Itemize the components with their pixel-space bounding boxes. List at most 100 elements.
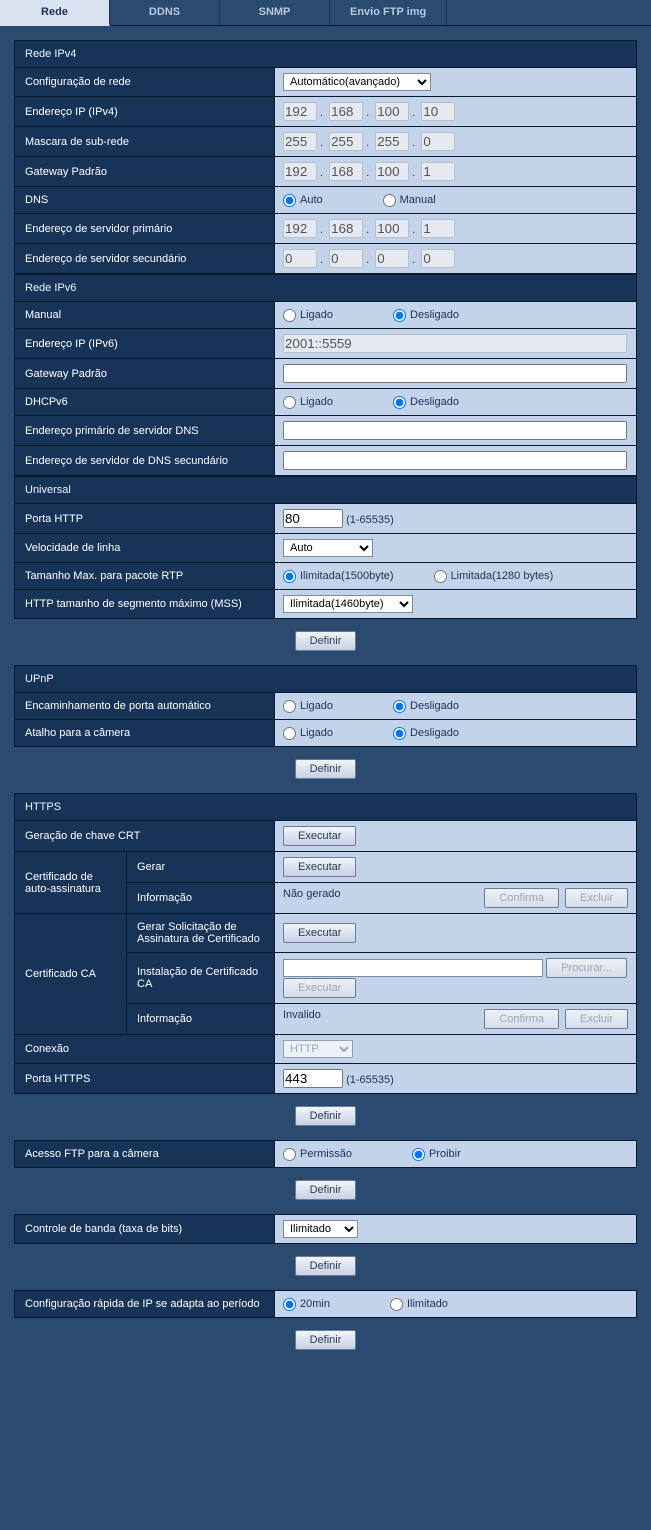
- ca-csr-label: Gerar Solicitação de Assinatura de Certi…: [127, 914, 275, 953]
- upnp-fwd-on-radio[interactable]: [283, 700, 296, 713]
- set-button-bw[interactable]: Definir: [295, 1256, 357, 1276]
- set-button-upnp[interactable]: Definir: [295, 759, 357, 779]
- tab-ddns[interactable]: DDNS: [110, 0, 220, 25]
- dns1-o2[interactable]: [329, 219, 363, 238]
- fastip-20min-radio[interactable]: [283, 1298, 296, 1311]
- conn-label: Conexão: [15, 1035, 275, 1064]
- dns2-label: Endereço de servidor secundário: [15, 244, 275, 274]
- dns2-o3[interactable]: [375, 249, 409, 268]
- crt-exec-button[interactable]: Executar: [283, 826, 356, 846]
- ipv6-ip-input[interactable]: [283, 334, 627, 353]
- mask-o2[interactable]: [329, 132, 363, 151]
- ca-csr-exec-button[interactable]: Executar: [283, 923, 356, 943]
- ipv6-manual-off-radio[interactable]: [393, 309, 406, 322]
- dns2-o2[interactable]: [329, 249, 363, 268]
- dns1-o3[interactable]: [375, 219, 409, 238]
- gw-o1[interactable]: [283, 162, 317, 181]
- upnp-shortcut-off-radio[interactable]: [393, 727, 406, 740]
- linespeed-select[interactable]: Auto: [283, 539, 373, 557]
- rtp-unlimited-radio[interactable]: [283, 570, 296, 583]
- ca-label: Certificado CA: [15, 914, 127, 1035]
- ipv6-ip-label: Endereço IP (IPv6): [15, 329, 275, 359]
- netconf-select[interactable]: Automático(avançado): [283, 73, 431, 91]
- ca-delete-button[interactable]: Excluir: [565, 1009, 628, 1029]
- selfcert-confirm-button[interactable]: Confirma: [484, 888, 559, 908]
- ftp-deny-radio[interactable]: [412, 1148, 425, 1161]
- selfcert-info-label: Informação: [127, 883, 275, 914]
- ca-info-value: Invalido: [283, 1009, 321, 1021]
- mask-o1[interactable]: [283, 132, 317, 151]
- selfcert-exec-button[interactable]: Executar: [283, 857, 356, 877]
- dhcpv6-off-radio[interactable]: [393, 396, 406, 409]
- https-section: HTTPS Geração de chave CRT Executar Cert…: [14, 793, 637, 1094]
- ftp-label: Acesso FTP para a câmera: [15, 1141, 275, 1168]
- ipv6-gw-input[interactable]: [283, 364, 627, 383]
- dhcpv6-on-label: Ligado: [300, 396, 333, 408]
- set-button-ftp[interactable]: Definir: [295, 1180, 357, 1200]
- https-port-input[interactable]: [283, 1069, 343, 1088]
- ipv4-ip-o2[interactable]: [329, 102, 363, 121]
- selfcert-delete-button[interactable]: Excluir: [565, 888, 628, 908]
- mask-o3[interactable]: [375, 132, 409, 151]
- upnp-section: UPnP Encaminhamento de porta automático …: [14, 665, 637, 747]
- dns-auto-radio[interactable]: [283, 194, 296, 207]
- ipv6-dns2-input[interactable]: [283, 451, 627, 470]
- set-button-fastip[interactable]: Definir: [295, 1330, 357, 1350]
- ipv6-manual-on-label: Ligado: [300, 309, 333, 321]
- mask-o4[interactable]: [421, 132, 455, 151]
- dns-manual-radio[interactable]: [383, 194, 396, 207]
- ipv4-ip-o1[interactable]: [283, 102, 317, 121]
- ftp-allow-radio[interactable]: [283, 1148, 296, 1161]
- tab-bar: Rede DDNS SNMP Envio FTP img: [0, 0, 651, 26]
- ca-browse-button[interactable]: Procurar...: [546, 958, 627, 978]
- tab-ftpimg[interactable]: Envio FTP img: [330, 0, 447, 25]
- mss-select[interactable]: Ilimitada(1460byte): [283, 595, 413, 613]
- fastip-label: Configuração rápida de IP se adapta ao p…: [15, 1291, 275, 1318]
- selfcert-info-value: Não gerado: [283, 888, 341, 900]
- ipv4-ip-o3[interactable]: [375, 102, 409, 121]
- tab-snmp[interactable]: SNMP: [220, 0, 330, 25]
- dhcpv6-off-label: Desligado: [410, 396, 459, 408]
- mss-label: HTTP tamanho de segmento máximo (MSS): [15, 590, 275, 619]
- page-content: Rede IPv4 Configuração de rede Automátic…: [0, 26, 651, 1384]
- upnp-shortcut-label: Atalho para a câmera: [15, 720, 275, 747]
- dns1-o1[interactable]: [283, 219, 317, 238]
- ipv6-manual-off-label: Desligado: [410, 309, 459, 321]
- dns1-o4[interactable]: [421, 219, 455, 238]
- dhcpv6-on-radio[interactable]: [283, 396, 296, 409]
- dns2-o1[interactable]: [283, 249, 317, 268]
- dns2-o4[interactable]: [421, 249, 455, 268]
- ipv6-manual-label: Manual: [15, 302, 275, 329]
- set-button-https[interactable]: Definir: [295, 1106, 357, 1126]
- gw-o2[interactable]: [329, 162, 363, 181]
- ipv6-dns1-label: Endereço primário de servidor DNS: [15, 416, 275, 446]
- http-port-input[interactable]: [283, 509, 343, 528]
- dns-manual-label: Manual: [400, 194, 436, 206]
- ca-install-exec-button[interactable]: Executar: [283, 978, 356, 998]
- upnp-fwd-off-radio[interactable]: [393, 700, 406, 713]
- bw-select[interactable]: Ilimitado: [283, 1220, 358, 1238]
- ipv6-dns1-input[interactable]: [283, 421, 627, 440]
- ipv6-manual-on-radio[interactable]: [283, 309, 296, 322]
- ca-confirm-button[interactable]: Confirma: [484, 1009, 559, 1029]
- ca-file-input[interactable]: [283, 959, 543, 977]
- ipv6-header: Rede IPv6: [15, 275, 637, 302]
- rtp-limited-radio[interactable]: [434, 570, 447, 583]
- set-button-network[interactable]: Definir: [295, 631, 357, 651]
- fastip-unlimited-radio[interactable]: [390, 1298, 403, 1311]
- rtp-limited-label: Limitada(1280 bytes): [451, 570, 554, 582]
- universal-header: Universal: [15, 477, 637, 504]
- https-header: HTTPS: [15, 794, 637, 821]
- conn-select[interactable]: HTTP: [283, 1040, 353, 1058]
- universal-section: Universal Porta HTTP (1-65535) Velocidad…: [14, 476, 637, 619]
- http-port-range: (1-65535): [346, 514, 394, 526]
- ipv4-ip-o4[interactable]: [421, 102, 455, 121]
- gw-o3[interactable]: [375, 162, 409, 181]
- upnp-shortcut-on-radio[interactable]: [283, 727, 296, 740]
- gw-o4[interactable]: [421, 162, 455, 181]
- https-port-range: (1-65535): [346, 1074, 394, 1086]
- ftp-section: Acesso FTP para a câmera Permissão Proib…: [14, 1140, 637, 1168]
- dns-label: DNS: [15, 187, 275, 214]
- ipv6-section: Rede IPv6 Manual Ligado Desligado Endere…: [14, 274, 637, 476]
- tab-rede[interactable]: Rede: [0, 0, 110, 26]
